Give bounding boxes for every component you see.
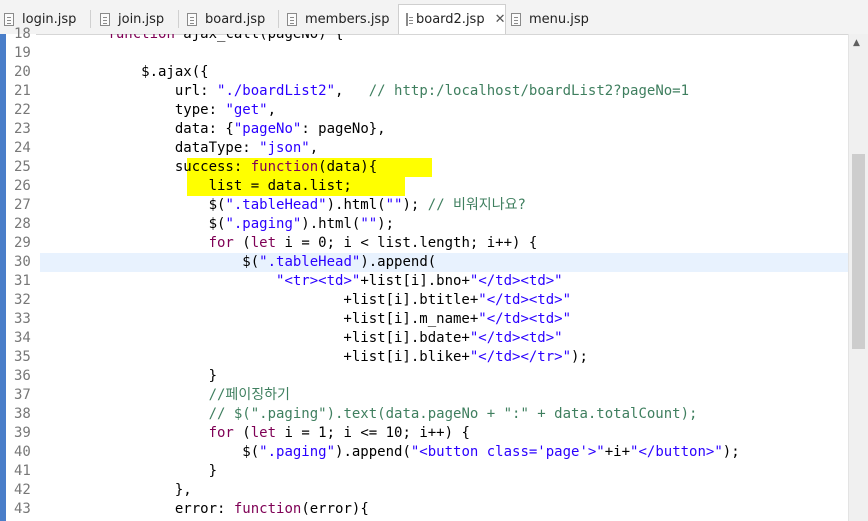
tab-label: menu.jsp [529, 11, 589, 27]
code-line[interactable]: +list[i].btitle+"</td><td>" [40, 291, 571, 310]
line-number: 31 [14, 273, 31, 289]
code-line[interactable]: for (let i = 1; i <= 10; i++) { [40, 424, 470, 443]
line-number: 40 [14, 444, 31, 460]
line-number-gutter: 18 19 20 21 22 23 24 25 26 27 28 29 30 31 32 33 34 35 36 37… [6, 26, 36, 521]
code-line[interactable]: } [40, 462, 217, 481]
code-line[interactable]: $(".tableHead").html(""); // 비워지나요? [40, 196, 526, 215]
line-number: 28 [14, 216, 31, 232]
scrollbar-thumb[interactable] [852, 154, 865, 349]
line-number: 38 [14, 406, 31, 422]
code-line[interactable]: data: {"pageNo": pageNo}, [40, 120, 386, 139]
tab-board-jsp[interactable]: board.jsp [187, 6, 265, 32]
scroll-up-arrow-icon[interactable]: ▲ [853, 38, 860, 48]
tab-label: board2.jsp [416, 12, 485, 27]
line-number: 35 [14, 349, 31, 365]
jsp-file-icon [187, 12, 197, 26]
line-number: 27 [14, 197, 31, 213]
code-line[interactable]: $(".tableHead").append( [40, 253, 436, 272]
code-line[interactable]: // $(".paging").text(data.pageNo + ":" +… [40, 405, 698, 424]
line-number: 25 [14, 159, 31, 175]
code-line[interactable]: dataType: "json", [40, 139, 318, 158]
code-line[interactable]: $(".paging").append("<button class='page… [40, 443, 739, 462]
code-line[interactable]: type: "get", [40, 101, 276, 120]
line-number: 42 [14, 482, 31, 498]
line-number: 22 [14, 102, 31, 118]
code-line[interactable]: //페이징하기 [40, 386, 290, 405]
line-number: 36 [14, 368, 31, 384]
line-number: 39 [14, 425, 31, 441]
tab-members-jsp[interactable]: members.jsp [287, 6, 389, 32]
tab-label: members.jsp [305, 11, 390, 27]
editor-tab-bar: login.jsp join.jsp board.jsp members.jsp… [0, 0, 868, 35]
tab-label: board.jsp [205, 11, 266, 27]
code-line[interactable]: $.ajax({ [40, 63, 208, 82]
line-number: 30 [14, 254, 31, 270]
line-number: 21 [14, 83, 31, 99]
code-line[interactable]: function ajax_call(pageNo) { [40, 34, 343, 44]
code-line[interactable]: "<tr><td>"+list[i].bno+"</td><td>" [40, 272, 563, 291]
line-number: 32 [14, 292, 31, 308]
tab-separator [90, 10, 91, 28]
code-line[interactable]: $(".paging").html(""); [40, 215, 394, 234]
line-number: 24 [14, 140, 31, 156]
code-line[interactable]: url: "./boardList2", // http:/localhost/… [40, 82, 689, 101]
tab-menu-jsp[interactable]: menu.jsp [511, 6, 589, 32]
code-line[interactable]: error: function(error){ [40, 500, 369, 519]
line-number: 37 [14, 387, 31, 403]
code-line[interactable]: +list[i].blike+"</td></tr>"); [40, 348, 587, 367]
line-number: 26 [14, 178, 31, 194]
vertical-scrollbar[interactable]: ▲ [848, 34, 868, 521]
line-number: 23 [14, 121, 31, 137]
code-line[interactable]: +list[i].m_name+"</td><td>" [40, 310, 571, 329]
code-line[interactable]: success: function(data){ [40, 158, 377, 177]
line-number: 20 [14, 64, 31, 80]
code-line[interactable]: for (let i = 0; i < list.length; i++) { [40, 234, 538, 253]
jsp-file-icon [287, 12, 297, 26]
line-number: 43 [14, 501, 31, 517]
line-number: 19 [14, 45, 31, 61]
tab-join-jsp[interactable]: join.jsp [100, 6, 164, 32]
tab-separator [278, 10, 279, 28]
line-number: 41 [14, 463, 31, 479]
code-line[interactable]: } [40, 367, 217, 386]
line-number: 34 [14, 330, 31, 346]
line-number: 18 [14, 26, 31, 42]
code-line[interactable]: }, [40, 481, 192, 500]
close-icon[interactable]: ✕ [495, 12, 506, 27]
line-number: 29 [14, 235, 31, 251]
jsp-file-icon [4, 12, 14, 26]
jsp-file-icon [406, 13, 413, 26]
tab-separator [178, 10, 179, 28]
jsp-file-icon [511, 12, 521, 26]
code-line[interactable]: +list[i].bdate+"</td><td>" [40, 329, 562, 348]
code-line[interactable]: list = data.list; [40, 177, 352, 196]
code-editor[interactable]: function ajax_call(pageNo) { $.ajax({ ur… [40, 34, 848, 521]
line-number: 33 [14, 311, 31, 327]
tab-board2-jsp[interactable]: board2.jsp ✕ [398, 4, 506, 34]
jsp-file-icon [100, 12, 110, 26]
tab-label: join.jsp [118, 11, 165, 27]
